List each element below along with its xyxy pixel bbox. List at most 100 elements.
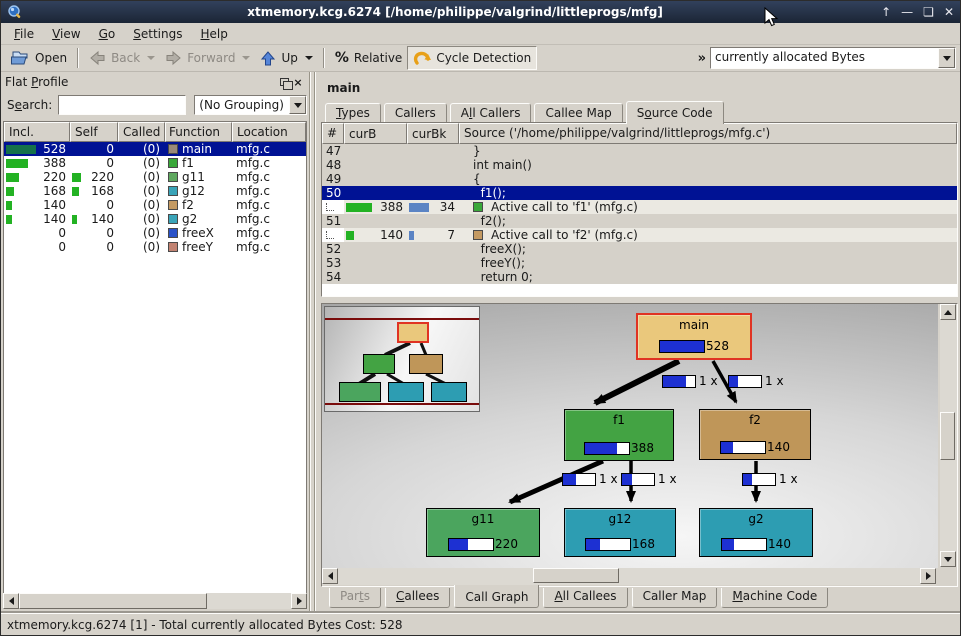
close-panel-button[interactable]: × [291,76,305,89]
status-text: xtmemory.kcg.6274 [1] - Total currently … [7,618,402,632]
tab-caller-map[interactable]: Caller Map [632,588,718,608]
scroll-right-icon[interactable] [920,568,936,584]
col-curbk[interactable]: curBk [407,123,459,144]
col-source[interactable]: Source ('/home/philippe/valgrind/littlep… [459,123,957,144]
col-line[interactable]: # [322,123,344,144]
source-row[interactable]: 52 freeX(); [322,242,957,256]
combo-dropdown-icon[interactable] [938,48,955,68]
call-indent-icon [326,203,334,211]
table-row-main[interactable]: 528 0 (0) main mfg.c [4,142,306,156]
app-icon [7,4,23,20]
toolbar-separator [77,48,79,68]
source-row[interactable]: 47} [322,144,957,158]
source-row[interactable]: 49{ [322,172,957,186]
toolbar-overflow-icon[interactable]: » [698,51,706,66]
col-location[interactable]: Location [232,122,306,142]
grouping-select[interactable]: (No Grouping) [194,95,307,115]
tab-callee-map[interactable]: Callee Map [534,103,622,123]
scroll-thumb[interactable] [940,412,955,460]
event-type-select[interactable]: currently allocated Bytes [710,47,956,69]
col-function[interactable]: Function [165,122,232,142]
up-dropdown-icon[interactable] [305,56,313,60]
table-row-g11[interactable]: 220 220 (0) g11 mfg.c [4,170,306,184]
grouping-dropdown-icon[interactable] [289,96,306,114]
scroll-thumb[interactable] [19,593,207,609]
tab-machine-code[interactable]: Machine Code [721,588,828,608]
col-called[interactable]: Called [118,122,165,142]
col-self[interactable]: Self [70,122,118,142]
source-call-row-f2[interactable]: 140 7 Active call to 'f2' (mfg.c) [322,228,957,242]
open-button[interactable]: Open [5,46,72,70]
back-button[interactable]: Back [84,46,160,70]
call-graph-canvas[interactable]: main 528 f1 388 f2 140 g11 220 g12 168 g… [322,304,938,568]
table-row-freeX[interactable]: 0 0 (0) freeX mfg.c [4,226,306,240]
minimize-button[interactable]: — [901,5,913,19]
table-row-f2[interactable]: 140 0 (0) f2 mfg.c [4,198,306,212]
tab-parts[interactable]: Parts [329,588,381,608]
graph-node-g12[interactable]: g12 168 [564,508,676,557]
flat-profile-hscrollbar[interactable] [3,593,307,609]
graph-overview-minimap[interactable] [324,306,480,412]
statusbar: xtmemory.kcg.6274 [1] - Total currently … [1,613,960,635]
scroll-down-icon[interactable] [940,551,956,567]
graph-node-main[interactable]: main 528 [636,313,752,360]
cycle-arrow-icon [413,50,431,66]
graph-vscrollbar[interactable] [940,304,957,567]
tab-callers[interactable]: Callers [384,103,447,123]
table-row-f1[interactable]: 388 0 (0) f1 mfg.c [4,156,306,170]
menu-settings[interactable]: Settings [124,25,191,43]
percent-icon: % [335,50,349,66]
source-call-row-f1[interactable]: 388 34 Active call to 'f1' (mfg.c) [322,200,957,214]
table-row-freeY[interactable]: 0 0 (0) freeY mfg.c [4,240,306,254]
tab-call-graph[interactable]: Call Graph [454,585,539,608]
detach-panel-button[interactable] [277,76,291,89]
forward-button[interactable]: Forward [160,46,255,70]
col-curb[interactable]: curB [344,123,407,144]
scroll-left-icon[interactable] [322,568,338,584]
close-icon: × [293,76,302,89]
tab-callees[interactable]: Callees [385,588,450,608]
close-button[interactable]: ✕ [944,5,954,19]
cost-bar [584,442,630,455]
scroll-left-icon[interactable] [3,593,19,609]
graph-node-f1[interactable]: f1 388 [564,409,674,461]
back-dropdown-icon[interactable] [147,56,155,60]
graph-node-f2[interactable]: f2 140 [699,409,811,460]
source-row[interactable]: 53 freeY(); [322,256,957,270]
up-button[interactable]: Up [255,46,317,70]
table-row-g2[interactable]: 140 140 (0) g2 mfg.c [4,212,306,226]
minimap-node-g11 [339,382,381,402]
tab-all-callers[interactable]: All Callers [450,103,532,123]
scroll-up-icon[interactable] [940,304,956,320]
col-incl[interactable]: Incl. [4,122,70,142]
tab-all-callees[interactable]: All Callees [543,588,627,608]
function-icon [168,242,178,252]
tab-types[interactable]: Types [325,103,381,123]
source-row-selected[interactable]: 50 f1(); [322,186,957,200]
graph-node-g2[interactable]: g2 140 [699,508,813,557]
source-row[interactable]: 51 f2(); [322,214,957,228]
cycle-detection-toggle-button[interactable]: Cycle Detection [407,46,537,70]
folder-open-icon [10,49,30,67]
graph-node-g11[interactable]: g11 220 [426,508,540,557]
source-view: # curB curBk Source ('/home/philippe/val… [321,122,958,297]
tab-source-code[interactable]: Source Code [626,101,724,124]
shade-button[interactable]: ↑ [881,5,891,19]
titlebar: xtmemory.kcg.6274 [/home/philippe/valgri… [1,1,960,23]
maximize-button[interactable]: ❏ [923,5,934,19]
menu-file[interactable]: File [5,25,43,43]
self-bar [72,187,79,196]
source-row[interactable]: 54 return 0; [322,270,957,284]
table-row-g12[interactable]: 168 168 (0) g12 mfg.c [4,184,306,198]
graph-hscrollbar[interactable] [322,568,936,585]
menu-help[interactable]: Help [191,25,236,43]
scroll-right-icon[interactable] [291,593,307,609]
relative-toggle-button[interactable]: % Relative [330,46,407,70]
search-input[interactable] [58,95,186,115]
vertical-splitter[interactable] [307,72,319,611]
menu-view[interactable]: View [43,25,89,43]
menu-go[interactable]: Go [90,25,125,43]
forward-dropdown-icon[interactable] [242,56,250,60]
scroll-thumb[interactable] [533,568,619,583]
source-row[interactable]: 48int main() [322,158,957,172]
